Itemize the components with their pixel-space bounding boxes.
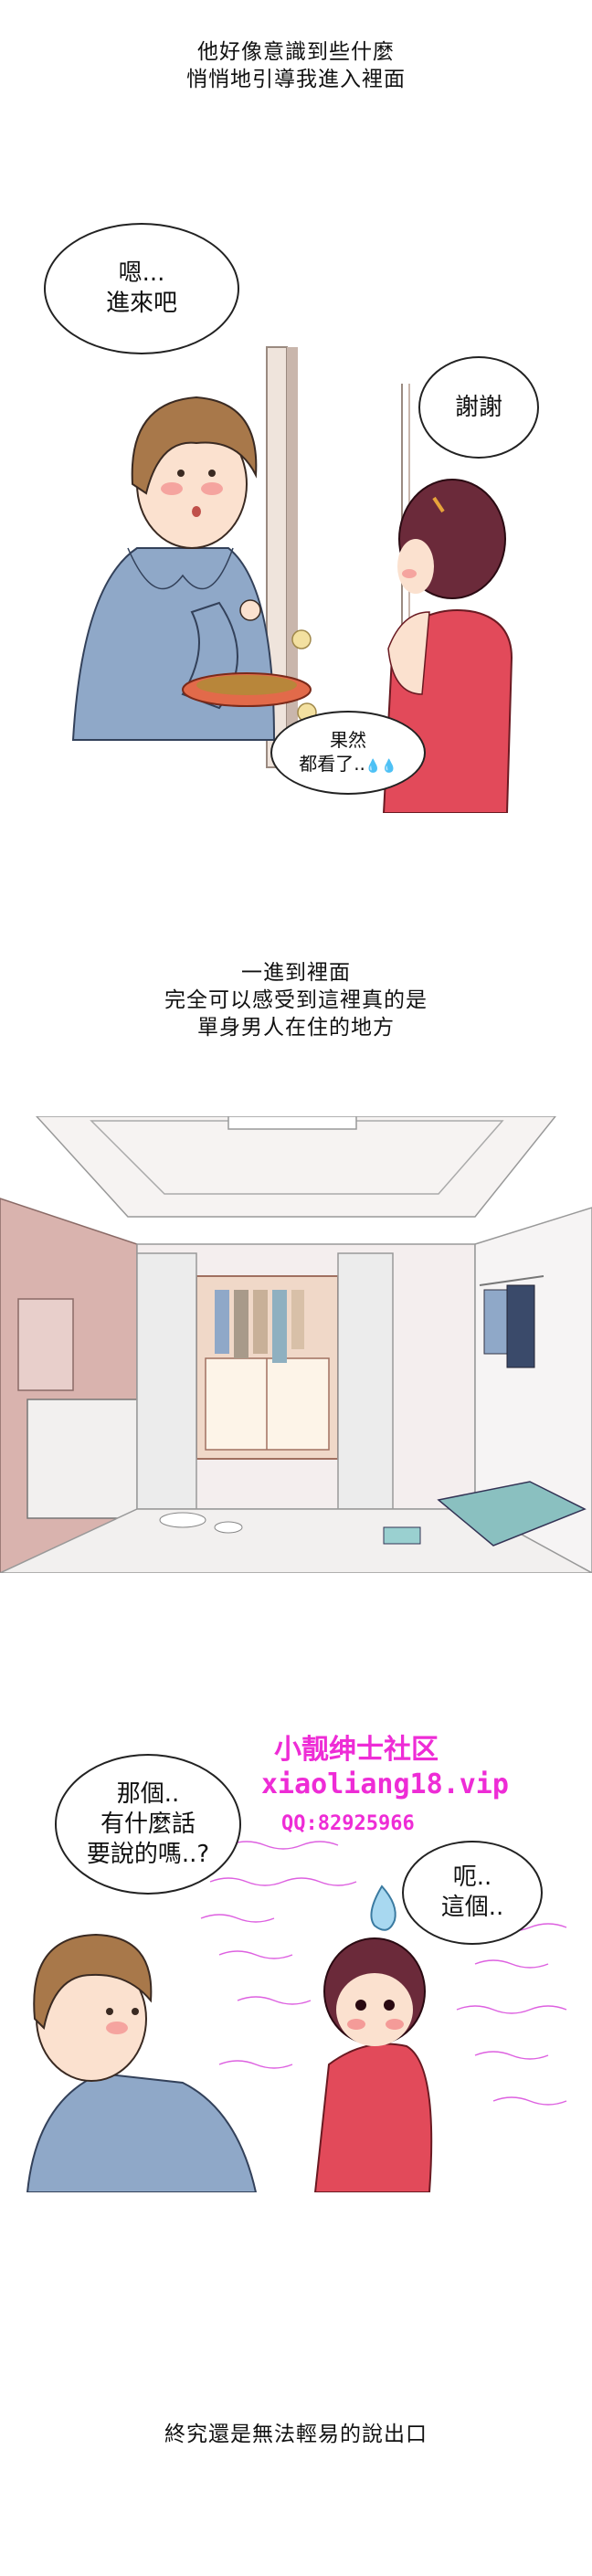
speech-line: 有什麼話 xyxy=(100,1810,196,1838)
thought-line: 果然 xyxy=(330,728,366,751)
speech-bubble-man: 那個.. 有什麼話 要說的嗎..? xyxy=(55,1754,241,1895)
comic-panel-2 xyxy=(0,1116,592,1573)
narration-caption-4: 終究還是無法輕易的說出口 xyxy=(0,2421,592,2448)
caption-line: 一進到裡面 xyxy=(241,961,351,985)
speech-line: 進來吧 xyxy=(105,290,177,317)
speech-bubble-girl: 謝謝 xyxy=(418,356,539,459)
caption-line: 終究還是無法輕易的說出口 xyxy=(164,2423,428,2446)
comic-panel-3: 小靓绅士社区 xiaoliang18.vip QQ:82925966 那個.. … xyxy=(0,1717,592,2192)
speech-bubble-girl: 呃.. 這個.. xyxy=(402,1841,543,1945)
watermark-line: xiaoliang18.vip xyxy=(261,1768,509,1800)
caption-line: 單身男人在住的地方 xyxy=(197,1016,395,1040)
caption-line: 完全可以感受到這裡真的是 xyxy=(164,988,428,1012)
speech-line: 要說的嗎..? xyxy=(86,1840,210,1868)
thought-bubble: 果然 都看了..💧💧 xyxy=(270,711,426,795)
comic-panel-1: 嗯... 進來吧 謝謝 果然 都看了..💧💧 xyxy=(0,183,592,813)
watermark-line: QQ:82925966 xyxy=(281,1812,415,1835)
caption-line: 他好像意識到些什麼 xyxy=(197,40,395,64)
speech-line: 呃.. xyxy=(452,1863,492,1891)
watermark-line: 小靓绅士社区 xyxy=(274,1734,439,1766)
caption-line: 悄悄地引導我進入裡面 xyxy=(186,68,406,91)
speech-line: 嗯... xyxy=(118,259,165,287)
speech-line: 這個.. xyxy=(440,1894,504,1921)
thought-line: 都看了..💧💧 xyxy=(299,752,397,778)
sweat-drops-icon: 💧💧 xyxy=(365,758,397,774)
narration-caption-2: 一進到裡面 完全可以感受到這裡真的是 單身男人在住的地方 xyxy=(0,959,592,1041)
room-illustration xyxy=(0,1116,592,1573)
speech-bubble-man: 嗯... 進來吧 xyxy=(44,223,239,354)
narration-caption-1: 他好像意識到些什麼 悄悄地引導我進入裡面 xyxy=(0,38,592,93)
thought-text: 都看了.. xyxy=(299,752,365,775)
speech-line: 那個.. xyxy=(116,1779,180,1808)
speech-line: 謝謝 xyxy=(454,393,502,421)
